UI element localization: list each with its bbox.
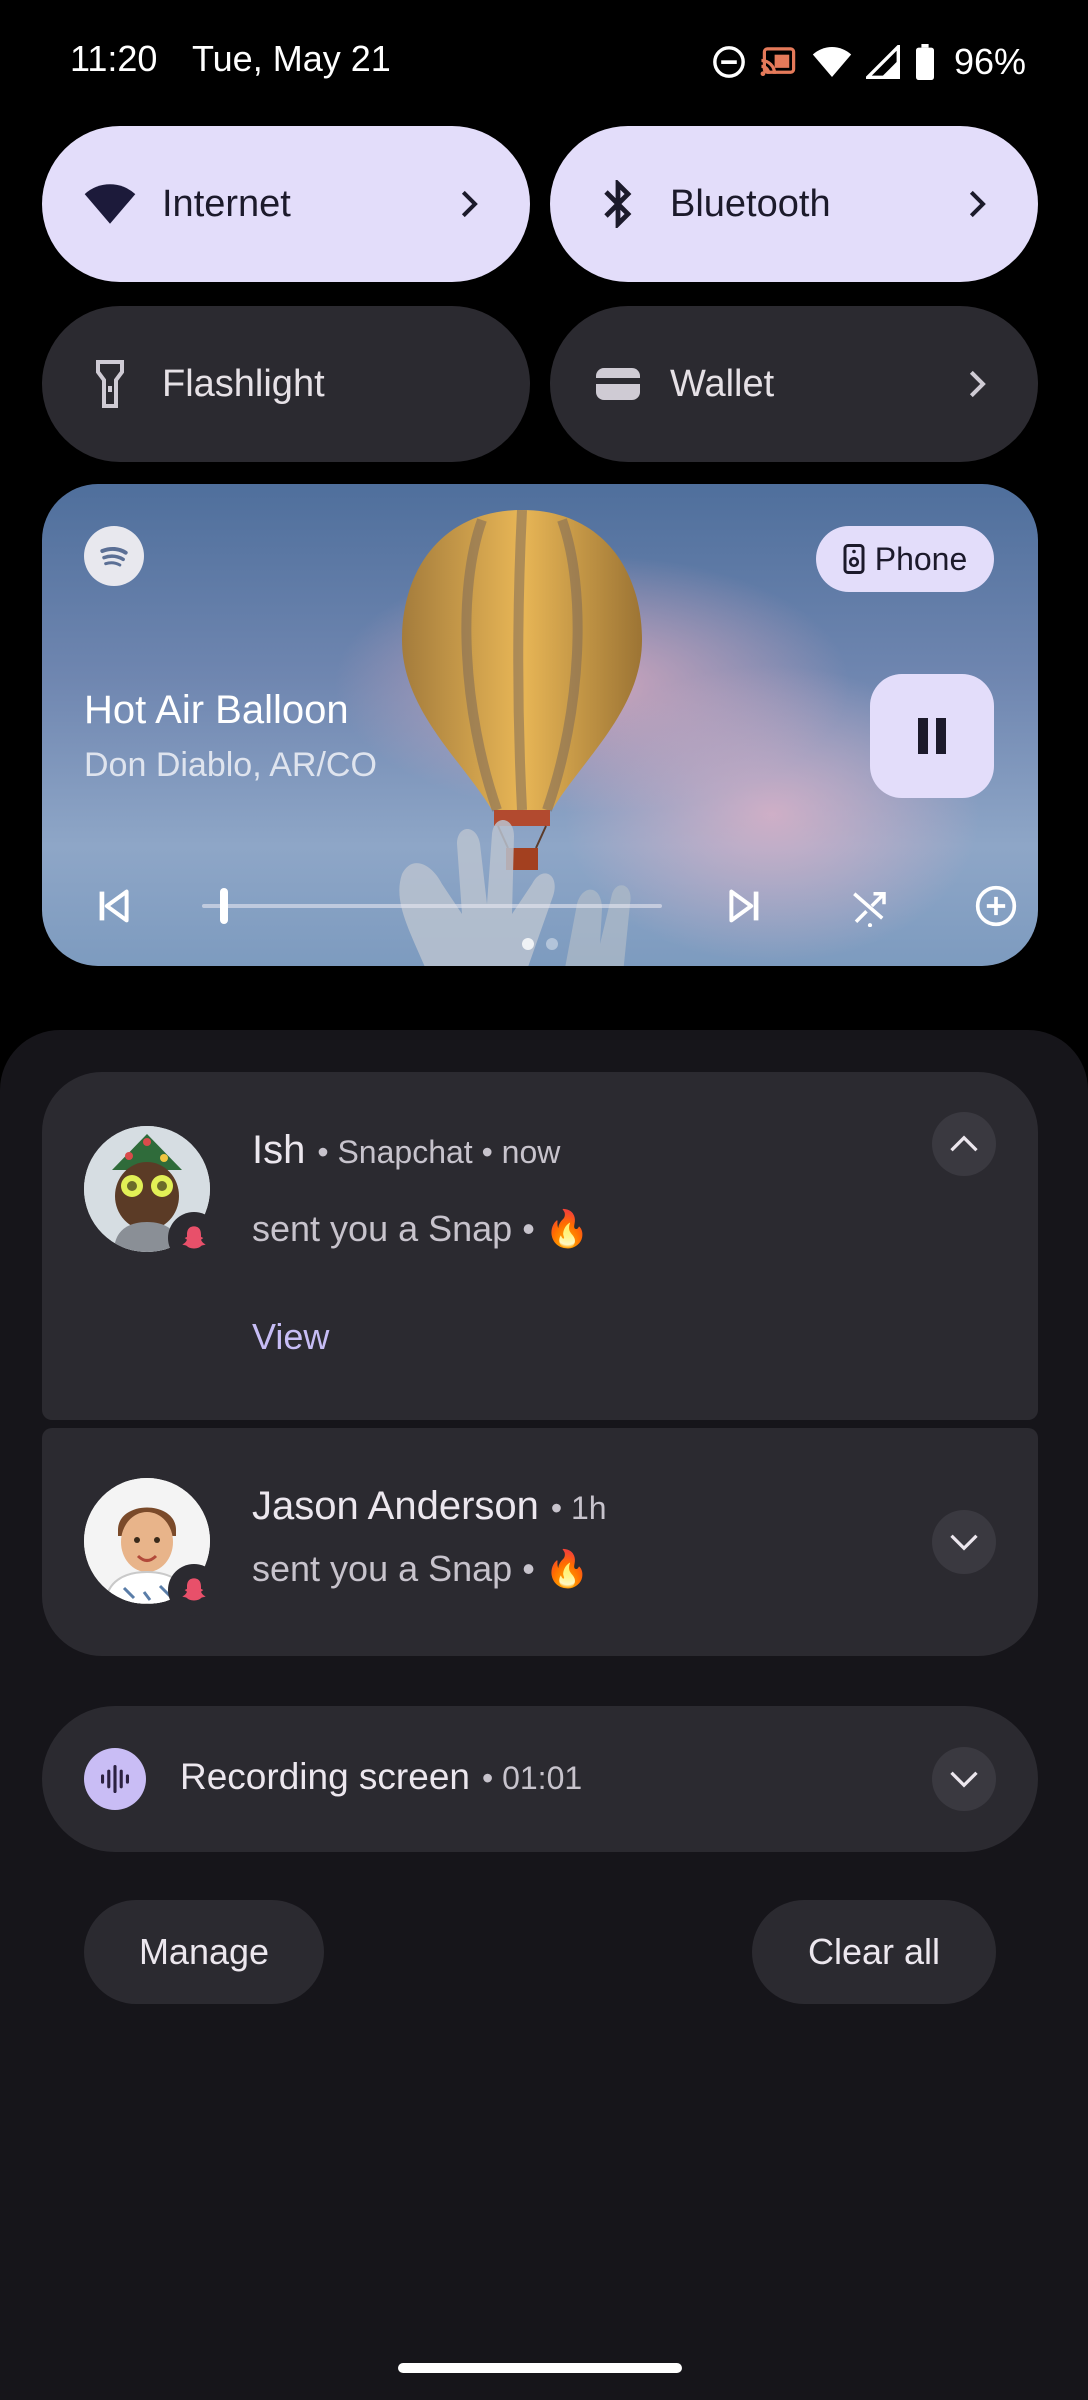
- chevron-right-icon: [958, 364, 998, 404]
- chevron-down-icon: [950, 1771, 978, 1788]
- tile-wallet[interactable]: Wallet: [550, 306, 1038, 462]
- notification-meta: • Snapchat • now: [317, 1134, 561, 1170]
- next-icon: [729, 889, 759, 923]
- chevron-down-icon: [950, 1534, 978, 1551]
- notification-snapchat-ish[interactable]: Ish • Snapchat • now sent you a Snap • 🔥…: [42, 1072, 1038, 1420]
- snapchat-ghost-icon: [182, 1226, 206, 1249]
- recording-header: Recording screen • 01:01: [180, 1756, 582, 1798]
- status-icons: 96%: [712, 40, 1026, 84]
- battery-icon: [916, 44, 934, 80]
- cast-icon: [760, 47, 796, 77]
- do-not-disturb-icon: [713, 46, 745, 78]
- seek-bar[interactable]: [202, 904, 662, 908]
- tile-internet-label: Internet: [162, 182, 291, 225]
- previous-button[interactable]: [84, 876, 144, 936]
- tile-wallet-label: Wallet: [670, 362, 775, 405]
- tile-bluetooth[interactable]: Bluetooth: [550, 126, 1038, 282]
- pause-icon: [918, 718, 946, 754]
- sender-name: Ish: [252, 1128, 306, 1172]
- status-date: Tue, May 21: [192, 38, 391, 79]
- track-artist: Don Diablo, AR/CO: [84, 746, 377, 784]
- shuffle-icon: [853, 892, 886, 927]
- manage-button[interactable]: Manage: [84, 1900, 324, 2004]
- status-time: 11:20: [70, 38, 158, 79]
- tile-internet[interactable]: Internet: [42, 126, 530, 282]
- spotify-icon[interactable]: [84, 526, 144, 586]
- bluetooth-icon: [590, 176, 646, 232]
- signal-icon: [866, 45, 900, 79]
- media-page-indicator: [522, 938, 558, 950]
- recorder-app-icon: [84, 1748, 146, 1810]
- wifi-icon: [82, 176, 138, 232]
- snapchat-ghost-icon: [182, 1578, 206, 1601]
- wifi-icon: [812, 47, 852, 77]
- notification-header: Ish • Snapchat • now: [252, 1128, 560, 1173]
- notification-message: sent you a Snap • 🔥: [252, 1208, 590, 1249]
- chevron-right-icon: [450, 184, 490, 224]
- wallet-icon: [590, 356, 646, 412]
- collapse-button[interactable]: [932, 1112, 996, 1176]
- media-player-card[interactable]: Phone Hot Air Balloon Don Diablo, AR/CO: [42, 484, 1038, 966]
- track-title: Hot Air Balloon: [84, 688, 349, 732]
- expand-button[interactable]: [932, 1747, 996, 1811]
- pause-button[interactable]: [870, 674, 994, 798]
- add-button[interactable]: [966, 876, 1026, 936]
- chevron-up-icon: [950, 1135, 978, 1152]
- snapchat-badge: [168, 1564, 220, 1616]
- notification-message: sent you a Snap • 🔥: [252, 1548, 590, 1589]
- audio-waveform-icon: [101, 1765, 129, 1793]
- speaker-icon: [843, 544, 865, 574]
- recording-elapsed: • 01:01: [481, 1760, 583, 1796]
- snapchat-badge: [168, 1212, 220, 1264]
- view-action[interactable]: View: [252, 1316, 329, 1358]
- notification-snapchat-jason[interactable]: Jason Anderson • 1h sent you a Snap • 🔥: [42, 1428, 1038, 1656]
- previous-icon: [99, 889, 129, 923]
- tile-bluetooth-label: Bluetooth: [670, 182, 831, 225]
- seek-thumb[interactable]: [220, 888, 229, 924]
- tile-flashlight-label: Flashlight: [162, 362, 325, 405]
- add-icon: [975, 885, 1017, 927]
- clear-all-button[interactable]: Clear all: [752, 1900, 996, 2004]
- notification-meta: • 1h: [550, 1490, 607, 1526]
- notification-header: Jason Anderson • 1h: [252, 1484, 607, 1529]
- shuffle-button[interactable]: [840, 876, 900, 936]
- recording-label: Recording screen: [180, 1756, 470, 1797]
- sender-name: Jason Anderson: [252, 1484, 539, 1528]
- expand-button[interactable]: [932, 1510, 996, 1574]
- output-device-label: Phone: [874, 540, 968, 577]
- flashlight-icon: [82, 356, 138, 412]
- chevron-right-icon: [958, 184, 998, 224]
- next-button[interactable]: [714, 876, 774, 936]
- notification-screen-recording[interactable]: Recording screen • 01:01: [42, 1706, 1038, 1852]
- tile-flashlight[interactable]: Flashlight: [42, 306, 530, 462]
- battery-percentage: 96%: [954, 41, 1027, 82]
- output-device-chip[interactable]: Phone: [816, 526, 994, 592]
- home-indicator[interactable]: [398, 2363, 682, 2373]
